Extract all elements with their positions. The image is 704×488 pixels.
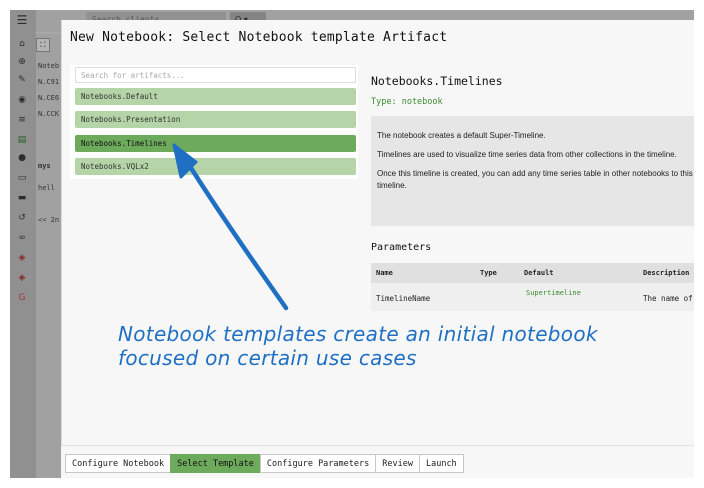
artifact-search-input[interactable]: Search for artifacts... — [75, 67, 356, 83]
tab-select-template[interactable]: Select Template — [170, 454, 260, 473]
artifact-type: Type: notebook — [371, 97, 443, 107]
column-header-type: Type — [480, 269, 497, 277]
artifact-description: The notebook creates a default Super-Tim… — [371, 116, 694, 226]
parameters-heading: Parameters — [371, 242, 432, 253]
wizard-footer: Configure Notebook Select Template Confi… — [61, 445, 694, 478]
artifact-name-heading: Notebooks.Timelines — [371, 74, 503, 88]
artifact-selector: Search for artifacts... Notebooks.Defaul… — [70, 65, 358, 179]
dialog-title: New Notebook: Select Notebook template A… — [70, 30, 448, 45]
annotation-callout: Notebook templates create an initial not… — [118, 322, 598, 370]
param-description: The name of — [643, 294, 693, 303]
tab-configure-parameters[interactable]: Configure Parameters — [259, 454, 376, 473]
artifact-item-default[interactable]: Notebooks.Default — [75, 88, 356, 105]
param-name: TimelineName — [376, 294, 431, 303]
parameters-table: Name Type Default Description TimelineNa… — [371, 263, 694, 311]
description-paragraph: Timelines are used to visualize time ser… — [377, 150, 677, 159]
column-header-description: Description — [643, 269, 690, 277]
tab-configure-notebook[interactable]: Configure Notebook — [65, 454, 171, 473]
artifact-item-vqlx2[interactable]: Notebooks.VQLx2 — [75, 158, 356, 175]
tab-review[interactable]: Review — [375, 454, 419, 473]
annotation-line: focused on certain use cases — [118, 346, 417, 370]
column-header-name: Name — [376, 269, 393, 277]
new-notebook-dialog: New Notebook: Select Notebook template A… — [61, 20, 694, 478]
artifact-item-presentation[interactable]: Notebooks.Presentation — [75, 111, 356, 128]
param-default: Supertimeline — [526, 289, 581, 297]
annotation-line: Notebook templates create an initial not… — [118, 322, 598, 346]
tab-launch[interactable]: Launch — [418, 454, 464, 473]
description-paragraph: Once this timeline is created, you can a… — [377, 169, 693, 190]
artifact-item-timelines[interactable]: Notebooks.Timelines — [75, 135, 356, 152]
column-header-default: Default — [524, 269, 554, 277]
table-row: TimelineName Supertimeline The name of — [371, 283, 694, 311]
description-paragraph: The notebook creates a default Super-Tim… — [377, 131, 546, 140]
wizard-steps: Configure Notebook Select Template Confi… — [65, 454, 464, 473]
table-header: Name Type Default Description — [371, 263, 694, 283]
